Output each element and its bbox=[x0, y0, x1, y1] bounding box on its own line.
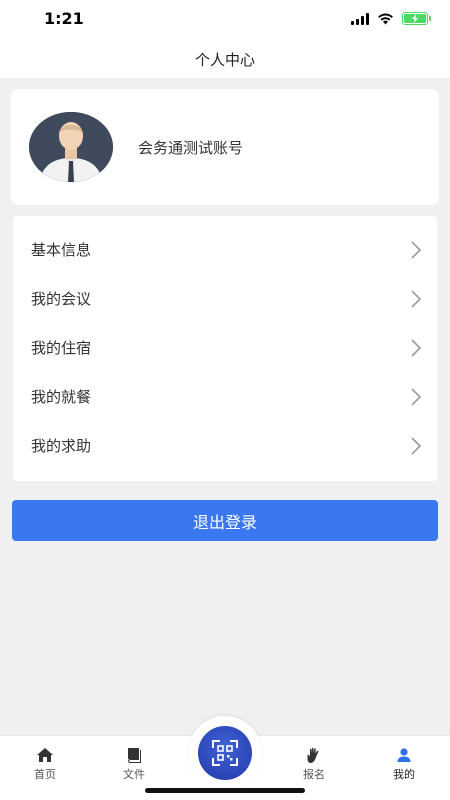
tab-label: 报名 bbox=[303, 768, 325, 781]
menu-item-my-dining[interactable]: 我的就餐 bbox=[13, 372, 437, 421]
tab-files[interactable]: 文件 bbox=[104, 746, 164, 782]
hand-icon bbox=[307, 747, 319, 763]
avatar[interactable] bbox=[29, 112, 113, 182]
battery-charging-icon bbox=[402, 12, 431, 25]
menu-item-label: 基本信息 bbox=[31, 241, 92, 259]
home-indicator bbox=[145, 788, 305, 793]
wifi-icon bbox=[378, 13, 393, 25]
status-icons bbox=[351, 12, 431, 25]
profile-name: 会务通测试账号 bbox=[138, 138, 244, 157]
status-time: 1:21 bbox=[44, 9, 84, 28]
chevron-right-icon bbox=[411, 436, 421, 455]
menu-list: 基本信息 我的会议 我的住宿 我的就餐 我的求助 bbox=[13, 216, 437, 481]
chevron-right-icon bbox=[411, 338, 421, 357]
menu-item-label: 我的求助 bbox=[31, 437, 92, 455]
menu-item-my-meetings[interactable]: 我的会议 bbox=[13, 274, 437, 323]
user-avatar-icon bbox=[29, 112, 113, 182]
profile-card[interactable]: 会务通测试账号 bbox=[11, 89, 439, 205]
nav-bar: 个人中心 bbox=[0, 40, 450, 78]
user-icon bbox=[397, 748, 411, 762]
logout-button[interactable]: 退出登录 bbox=[12, 500, 438, 541]
scan-button[interactable] bbox=[198, 726, 252, 780]
cellular-signal-icon bbox=[351, 12, 369, 25]
book-icon bbox=[128, 748, 141, 763]
menu-item-basic-info[interactable]: 基本信息 bbox=[13, 225, 437, 274]
status-bar: 1:21 bbox=[0, 0, 450, 40]
menu-item-label: 我的就餐 bbox=[31, 388, 92, 406]
tab-label: 我的 bbox=[393, 768, 415, 781]
tab-mine[interactable]: 我的 bbox=[374, 746, 434, 782]
scan-icon bbox=[212, 740, 238, 766]
tab-register[interactable]: 报名 bbox=[284, 746, 344, 782]
menu-item-my-accommodation[interactable]: 我的住宿 bbox=[13, 323, 437, 372]
tab-home[interactable]: 首页 bbox=[15, 746, 75, 782]
page-title: 个人中心 bbox=[194, 50, 255, 69]
home-icon bbox=[37, 748, 53, 762]
chevron-right-icon bbox=[411, 387, 421, 406]
chevron-right-icon bbox=[411, 289, 421, 308]
menu-item-my-help[interactable]: 我的求助 bbox=[13, 421, 437, 470]
menu-item-label: 我的住宿 bbox=[31, 339, 92, 357]
menu-item-label: 我的会议 bbox=[31, 290, 92, 308]
tab-label: 首页 bbox=[34, 768, 56, 781]
tab-label: 文件 bbox=[123, 768, 145, 781]
chevron-right-icon bbox=[411, 240, 421, 259]
